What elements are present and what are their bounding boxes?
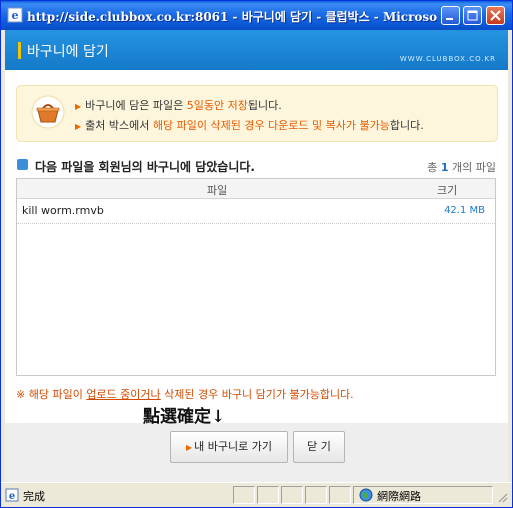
status-bar: e 完成 網際網路	[1, 482, 512, 507]
notice-text: 바구니에 담은 파일은	[85, 99, 187, 112]
window-title: http://side.clubbox.co.kr:8061 - 바구니에 담기…	[27, 10, 437, 24]
count-suffix: 개의 파일	[448, 161, 496, 174]
notice-box: ▶ 바구니에 담은 파일은 5일동안 저장됩니다. ▶ 출처 박스에서 해당 파일이…	[16, 85, 498, 142]
page-header: 바구니에 담기 WWW.CLUBBOX.CO.KR	[5, 30, 508, 70]
notice-line-2: ▶ 출처 박스에서 해당 파일이 삭제된 경우 다운로드 및 복사가 불가능합니다…	[75, 117, 424, 133]
file-count: 총 1 개의 파일	[427, 159, 496, 175]
go-to-basket-button[interactable]: ▶ 내 바구니로 가기	[170, 431, 288, 463]
zone-segment	[353, 486, 493, 504]
page-content: 바구니에 담기 WWW.CLUBBOX.CO.KR ▶ 바구니에 담은 파일은 5…	[5, 30, 508, 482]
minimize-button[interactable]	[441, 6, 460, 25]
bullet-arrow-icon: ▶	[75, 102, 82, 111]
section-bullet-icon	[17, 159, 28, 170]
popup-window: e http://side.clubbox.co.kr:8061 - 바구니에 …	[0, 0, 513, 508]
count-prefix: 총	[427, 161, 441, 174]
page-done-icon: e	[5, 488, 19, 502]
warning-prefix: ※ 해당 파일이	[16, 388, 87, 401]
title-bar[interactable]: e http://side.clubbox.co.kr:8061 - 바구니에 …	[1, 1, 512, 30]
status-text: 完成	[23, 490, 45, 503]
button-arrow-icon: ▶	[186, 443, 193, 452]
table-row[interactable]: kill worm.rmvb 42.1 MB	[17, 199, 495, 224]
notice-text: 합니다.	[389, 119, 424, 132]
notice-line-1: ▶ 바구니에 담은 파일은 5일동안 저장됩니다.	[75, 97, 282, 113]
warning-suffix: 삭제된 경우 바구니 담기가 불가능합니다.	[160, 388, 354, 401]
table-header: 파일 크기	[17, 179, 495, 199]
column-header-size: 크기	[437, 184, 458, 197]
svg-text:e: e	[12, 9, 19, 22]
notice-text: 됩니다.	[247, 99, 282, 112]
resize-grip-icon[interactable]	[496, 491, 508, 503]
annotation-text: 點選確定↓	[143, 407, 226, 427]
status-segment	[233, 486, 255, 504]
site-url: WWW.CLUBBOX.CO.KR	[399, 55, 496, 63]
svg-text:e: e	[9, 491, 15, 502]
basket-icon	[31, 95, 65, 129]
close-button[interactable]: 닫 기	[293, 431, 345, 463]
file-table: 파일 크기 kill worm.rmvb 42.1 MB	[16, 178, 496, 376]
section-title: 다음 파일을 회원님의 바구니에 담았습니다.	[35, 160, 255, 174]
status-segment	[329, 486, 351, 504]
bullet-arrow-icon: ▶	[75, 122, 82, 131]
file-size: 42.1 MB	[444, 205, 485, 216]
warning-text: ※ 해당 파일이 업로드 중이거나 삭제된 경우 바구니 담기가 불가능합니다.	[16, 386, 354, 402]
globe-icon	[359, 488, 373, 502]
count-value: 1	[440, 161, 449, 174]
status-segment	[305, 486, 327, 504]
zone-text: 網際網路	[377, 490, 421, 503]
file-name: kill worm.rmvb	[22, 204, 104, 217]
status-segment	[257, 486, 279, 504]
header-accent-bar	[18, 42, 21, 59]
status-segment	[281, 486, 303, 504]
notice-highlight: 5일동안 저장	[186, 99, 248, 112]
maximize-icon	[467, 10, 478, 21]
maximize-button[interactable]	[463, 6, 482, 25]
minimize-icon	[446, 18, 453, 20]
ie-page-icon: e	[7, 7, 23, 23]
close-label: 닫 기	[307, 440, 331, 453]
notice-text: 출처 박스에서	[85, 119, 153, 132]
close-icon	[490, 10, 501, 21]
notice-highlight: 해당 파일이 삭제된 경우 다운로드 및 복사가 불가능	[152, 119, 390, 132]
go-to-basket-label: 내 바구니로 가기	[194, 440, 272, 453]
page-title: 바구니에 담기	[27, 44, 109, 60]
column-header-file: 파일	[207, 184, 228, 197]
warning-underlined: 업로드 중이거나	[86, 388, 161, 401]
close-window-button[interactable]	[486, 6, 505, 25]
